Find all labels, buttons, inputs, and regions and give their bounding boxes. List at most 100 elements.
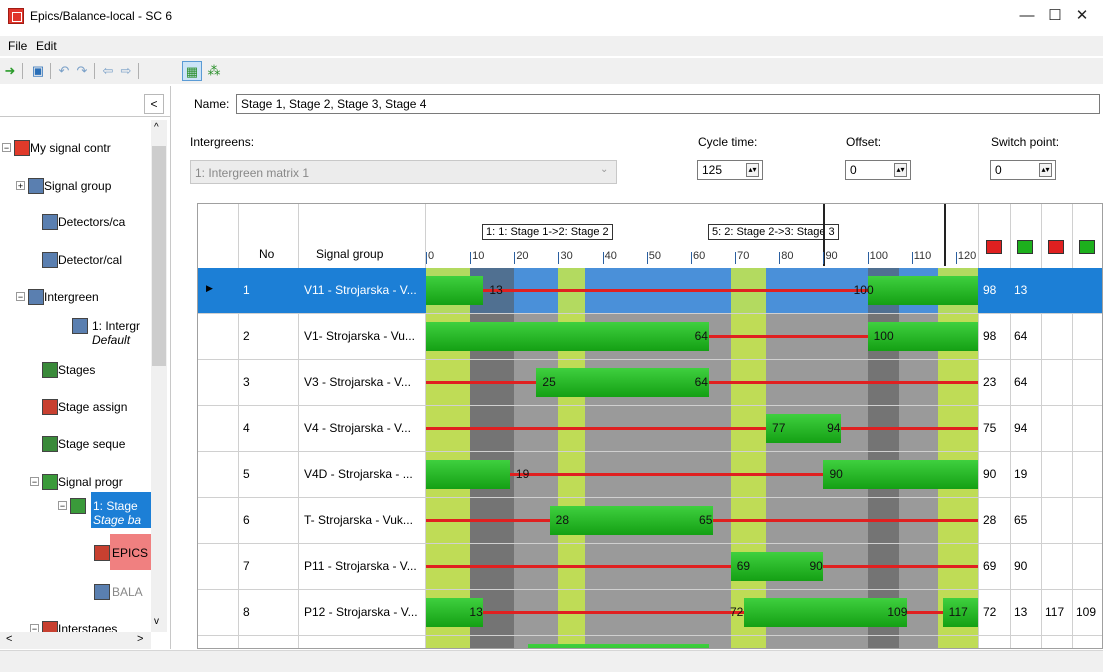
- stage-view-icon[interactable]: ⁂: [206, 63, 222, 79]
- time-value-cell[interactable]: 72: [983, 605, 996, 619]
- green-phase-bar[interactable]: [527, 644, 709, 648]
- menu-edit[interactable]: Edit: [36, 39, 57, 53]
- scroll-down-arrow[interactable]: v: [154, 616, 159, 627]
- row-number[interactable]: 5: [243, 467, 250, 481]
- close-button[interactable]: ✕: [1064, 0, 1100, 32]
- tree-expander-icon[interactable]: +: [16, 181, 25, 191]
- row-number[interactable]: 7: [243, 559, 250, 573]
- green-phase-bar[interactable]: [426, 276, 484, 305]
- row-number[interactable]: 4: [243, 421, 250, 435]
- row-number[interactable]: 8: [243, 605, 250, 619]
- signal-group-name[interactable]: V4D - Strojarska - ...: [304, 467, 413, 481]
- tree-expander-icon[interactable]: −: [16, 292, 25, 302]
- tick-label: 20: [516, 250, 529, 262]
- undo-icon[interactable]: ↶: [56, 63, 72, 79]
- tick-mark: [911, 252, 913, 264]
- tree-node-icon: [28, 289, 44, 305]
- green-phase-bar[interactable]: [426, 460, 510, 489]
- tree-item-label[interactable]: Detectors/ca: [58, 215, 125, 229]
- time-value-cell[interactable]: 98: [983, 283, 996, 297]
- time-value-cell[interactable]: 64: [1014, 329, 1027, 343]
- column-header-no: No: [259, 247, 275, 261]
- signal-group-name[interactable]: V11 - Strojarska - V...: [304, 283, 417, 297]
- green-phase-bar[interactable]: [426, 322, 709, 351]
- tree-item-label[interactable]: 1: Stage: [93, 499, 138, 513]
- tree-item-label[interactable]: EPICS: [112, 546, 148, 560]
- tree-item-label[interactable]: Detector/cal: [58, 253, 122, 267]
- green-phase-bar[interactable]: [549, 506, 714, 535]
- time-value-cell[interactable]: 90: [983, 467, 996, 481]
- menu-file[interactable]: File: [8, 39, 27, 53]
- tree-item-label[interactable]: BALA: [112, 585, 143, 599]
- row-number[interactable]: 2: [243, 329, 250, 343]
- tree-expander-icon[interactable]: −: [30, 477, 39, 487]
- tree-expander-icon[interactable]: −: [58, 501, 67, 511]
- collapse-panel-button[interactable]: <: [144, 94, 164, 114]
- phase-time-label: 64: [694, 375, 708, 389]
- scroll-left-arrow[interactable]: <: [6, 633, 12, 645]
- green-band-view-icon[interactable]: ▦: [182, 61, 202, 81]
- green-phase-bar[interactable]: [743, 598, 908, 627]
- tree-item-label[interactable]: Signal progr: [58, 475, 123, 489]
- exit-icon[interactable]: ➜: [2, 63, 18, 79]
- green-phase-bar[interactable]: [867, 276, 978, 305]
- time-value-cell[interactable]: 109: [1076, 605, 1096, 619]
- scroll-right-arrow[interactable]: >: [137, 633, 143, 645]
- tree-item-label[interactable]: Stage assign: [58, 400, 127, 414]
- back-icon[interactable]: ⇦: [100, 63, 116, 79]
- time-value-cell[interactable]: 64: [1014, 375, 1027, 389]
- row-number[interactable]: 3: [243, 375, 250, 389]
- row-number[interactable]: 6: [243, 513, 250, 527]
- row-number[interactable]: 1: [243, 283, 250, 297]
- green-phase-bar[interactable]: [823, 460, 978, 489]
- phase-time-label: 90: [829, 467, 843, 481]
- tree-scroll-thumb[interactable]: [152, 146, 166, 366]
- stage-transition-label: 5: 2: Stage 2->3: Stage 3: [708, 224, 839, 240]
- time-value-cell[interactable]: 90: [1014, 559, 1027, 573]
- intergreens-select[interactable]: 1: Intergreen matrix 1: [190, 160, 617, 184]
- time-value-cell[interactable]: 117: [1045, 605, 1064, 619]
- time-value-cell[interactable]: 19: [1014, 467, 1027, 481]
- name-field[interactable]: Stage 1, Stage 2, Stage 3, Stage 4: [236, 94, 1100, 114]
- tree-item-label[interactable]: My signal contr: [30, 141, 111, 155]
- time-value-cell[interactable]: 28: [983, 513, 996, 527]
- tree-horizontal-scrollbar[interactable]: [0, 632, 151, 649]
- cycle-time-stepper[interactable]: ▴▾: [746, 163, 759, 177]
- offset-stepper[interactable]: ▴▾: [894, 163, 907, 177]
- redo-icon[interactable]: ↷: [74, 63, 90, 79]
- signal-group-name[interactable]: V3 - Strojarska - V...: [304, 375, 411, 389]
- forward-icon[interactable]: ⇨: [118, 63, 134, 79]
- tree-item-label[interactable]: 1: Intergr: [92, 319, 140, 333]
- time-value-cell[interactable]: 75: [983, 421, 996, 435]
- save-icon[interactable]: ▣: [30, 63, 46, 79]
- tick-label: 30: [560, 250, 573, 262]
- scroll-up-arrow[interactable]: ^: [154, 122, 159, 133]
- time-value-cell[interactable]: 94: [1014, 421, 1027, 435]
- tree-item-label[interactable]: Stages: [58, 363, 95, 377]
- phase-time-label: 100: [853, 283, 874, 297]
- tree-node-icon: [94, 545, 110, 561]
- tree-expander-icon[interactable]: −: [2, 143, 11, 153]
- tree-item-label[interactable]: Stage seque: [58, 437, 125, 451]
- signal-group-name[interactable]: V4 - Strojarska - V...: [304, 421, 411, 435]
- time-value-cell[interactable]: 23: [983, 375, 996, 389]
- time-value-cell[interactable]: 13: [1014, 605, 1027, 619]
- time-value-cell[interactable]: 65: [1014, 513, 1027, 527]
- signal-group-name[interactable]: V1- Strojarska - Vu...: [304, 329, 415, 343]
- switch-point-stepper[interactable]: ▴▾: [1039, 163, 1052, 177]
- menu-bar: [0, 36, 1103, 56]
- tree-item-label[interactable]: Intergreen: [44, 290, 99, 304]
- signal-group-name[interactable]: P11 - Strojarska - V...: [304, 559, 417, 573]
- tick-mark: [823, 252, 825, 264]
- green-phase-bar[interactable]: [536, 368, 709, 397]
- signal-group-name[interactable]: P12 - Strojarska - V...: [304, 605, 418, 619]
- time-value-cell[interactable]: 69: [983, 559, 996, 573]
- app-icon: [8, 8, 24, 24]
- time-value-cell[interactable]: 13: [1014, 283, 1027, 297]
- phase-time-label: 25: [542, 375, 556, 389]
- tree-item-label[interactable]: Signal group: [44, 179, 111, 193]
- row-pointer-icon: ▶: [206, 283, 213, 293]
- signal-group-name[interactable]: T- Strojarska - Vuk...: [304, 513, 413, 527]
- tick-label: 100: [869, 250, 888, 262]
- time-value-cell[interactable]: 98: [983, 329, 996, 343]
